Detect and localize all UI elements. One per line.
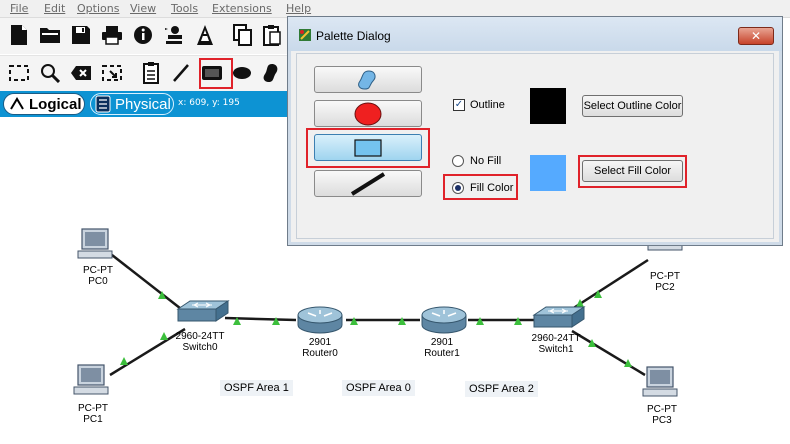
line-shape-icon xyxy=(350,171,386,196)
pc1-label: PC-PT PC1 xyxy=(78,403,108,425)
shape-freeform-button[interactable] xyxy=(314,66,422,93)
link-light xyxy=(160,332,168,340)
menu-view[interactable]: View xyxy=(130,2,156,15)
fill-color-highlight xyxy=(443,174,518,200)
menu-tools[interactable]: Tools xyxy=(171,2,198,15)
zoom-icon[interactable] xyxy=(37,60,63,86)
resize-icon[interactable] xyxy=(99,60,125,86)
link-switch1-pc2[interactable] xyxy=(571,258,649,311)
paste-icon[interactable] xyxy=(259,22,285,48)
area-label[interactable]: OSPF Area 2 xyxy=(465,381,538,397)
menu-edit[interactable]: Edit xyxy=(44,2,65,15)
no-fill-radio[interactable] xyxy=(452,155,464,167)
menu-file[interactable]: File xyxy=(10,2,28,15)
pc1-icon[interactable] xyxy=(73,364,109,395)
tab-physical[interactable]: Physical xyxy=(90,93,174,115)
drawing-toolbar xyxy=(0,55,290,92)
shape-ellipse-button[interactable] xyxy=(314,100,422,127)
tab-physical-label: Physical xyxy=(115,95,171,113)
pc0-label: PC-PT PC0 xyxy=(83,265,113,287)
ellipse-shape-icon xyxy=(354,102,382,125)
draw-line-icon[interactable] xyxy=(168,60,194,86)
main-toolbar xyxy=(0,18,290,54)
shape-line-button[interactable] xyxy=(314,170,422,197)
area-label[interactable]: OSPF Area 1 xyxy=(220,380,293,396)
router0-label: 2901 Router0 xyxy=(302,337,338,359)
palette-app-icon xyxy=(299,29,311,41)
outline-color-swatch xyxy=(530,88,566,124)
switch0-icon[interactable] xyxy=(176,300,230,322)
note-icon[interactable] xyxy=(138,60,164,86)
rectangle-tool-highlight xyxy=(199,58,233,89)
router0-icon[interactable] xyxy=(297,306,343,334)
link-pc0-switch0[interactable] xyxy=(111,254,186,313)
workspace-mode-bar: Logical Physical x: 609, y: 195 xyxy=(0,91,290,117)
select-fill-highlight xyxy=(578,155,687,188)
freeform-icon[interactable] xyxy=(258,60,284,86)
select-icon[interactable] xyxy=(6,60,32,86)
copy-icon[interactable] xyxy=(230,22,256,48)
palette-dialog: Palette Dialog ✕ ✓ Outline Select Outlin… xyxy=(287,16,783,246)
close-button[interactable]: ✕ xyxy=(738,27,774,45)
rectangle-shape-highlight xyxy=(306,128,430,168)
router1-label: 2901 Router1 xyxy=(424,337,460,359)
outline-label: Outline xyxy=(470,99,505,111)
pc3-icon[interactable] xyxy=(642,366,678,397)
cursor-coordinates: x: 609, y: 195 xyxy=(178,98,240,108)
close-icon: ✕ xyxy=(750,29,762,43)
network-info-icon[interactable] xyxy=(192,22,218,48)
delete-icon[interactable] xyxy=(68,60,94,86)
new-icon[interactable] xyxy=(6,22,32,48)
pc3-label: PC-PT PC3 xyxy=(647,404,677,426)
menu-help[interactable]: Help xyxy=(286,2,311,15)
open-icon[interactable] xyxy=(37,22,63,48)
link-light xyxy=(120,357,128,365)
router1-icon[interactable] xyxy=(421,306,467,334)
switch0-label: 2960-24TT Switch0 xyxy=(175,331,225,353)
dialog-body: ✓ Outline Select Outline Color No Fill F… xyxy=(296,53,774,239)
switch1-icon[interactable] xyxy=(532,306,586,328)
physical-icon xyxy=(95,95,111,113)
pc2-label: PC-PT PC2 xyxy=(650,271,680,293)
area-label[interactable]: OSPF Area 0 xyxy=(342,380,415,396)
wizard-icon[interactable] xyxy=(161,22,187,48)
tab-logical-label: Logical xyxy=(29,95,82,113)
menu-options[interactable]: Options xyxy=(77,2,119,15)
select-outline-color-button[interactable]: Select Outline Color xyxy=(582,95,683,117)
outline-checkbox[interactable]: ✓ xyxy=(453,99,465,111)
info-icon[interactable] xyxy=(130,22,156,48)
tab-logical[interactable]: Logical xyxy=(3,93,85,115)
switch1-label: 2960-24TT Switch1 xyxy=(531,333,581,355)
no-fill-label: No Fill xyxy=(470,155,502,167)
freeform-shape-icon xyxy=(358,69,376,90)
dialog-title-bar[interactable]: Palette Dialog ✕ xyxy=(288,17,782,51)
dialog-title: Palette Dialog xyxy=(316,29,391,43)
logical-icon xyxy=(10,97,24,110)
print-icon[interactable] xyxy=(99,22,125,48)
save-icon[interactable] xyxy=(68,22,94,48)
fill-color-swatch xyxy=(530,155,566,191)
pc0-icon[interactable] xyxy=(77,228,113,259)
menu-extensions[interactable]: Extensions xyxy=(212,2,272,15)
